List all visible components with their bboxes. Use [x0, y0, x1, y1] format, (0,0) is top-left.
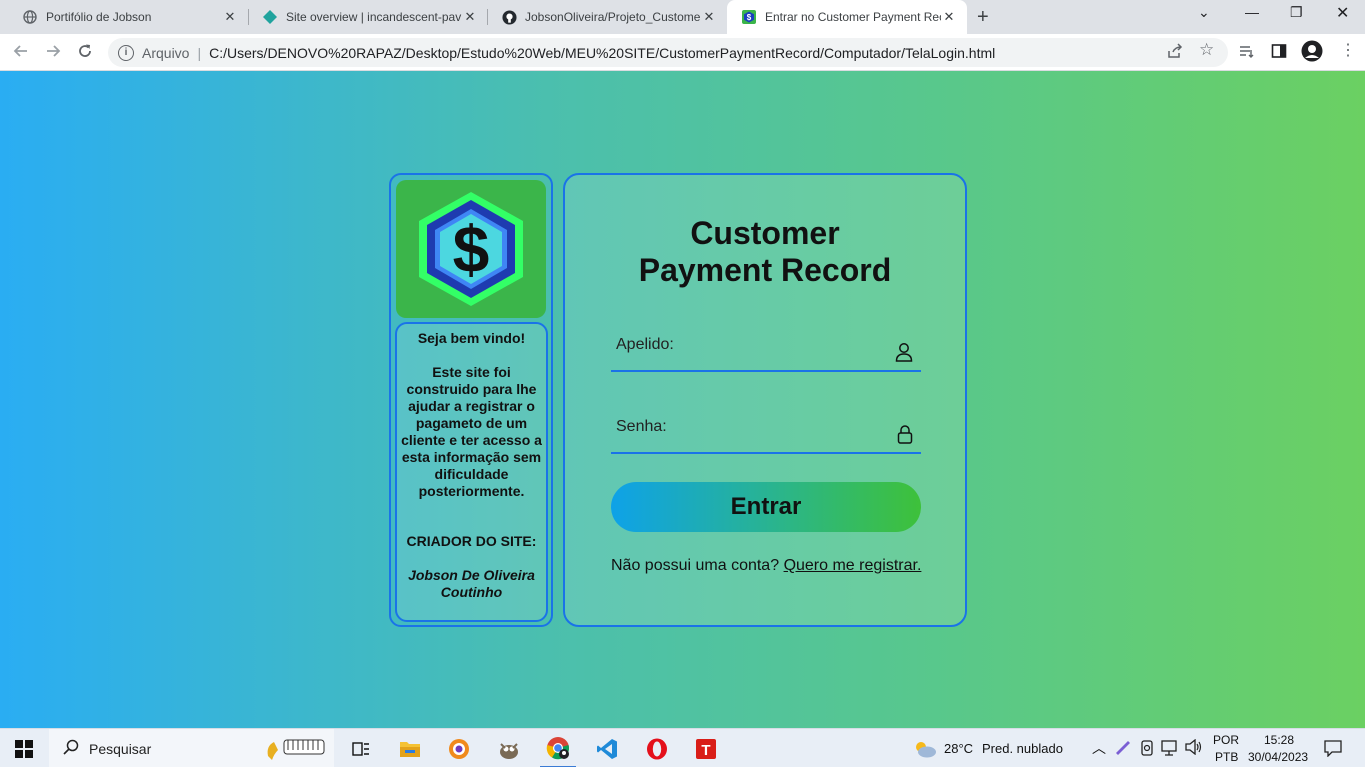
svg-text:T: T: [701, 742, 710, 759]
tutanota-icon[interactable]: T: [689, 729, 723, 767]
register-prompt: Não possui uma conta? Quero me registrar…: [611, 557, 931, 575]
chrome-icon[interactable]: [540, 729, 576, 767]
bookmark-star-icon[interactable]: ☆: [1199, 40, 1214, 60]
chevron-up-icon[interactable]: ︿: [1092, 738, 1106, 758]
dollar-hexagon-icon: $: [419, 192, 523, 306]
more-menu-icon[interactable]: ⋮: [1340, 40, 1356, 60]
tab-title: Site overview | incandescent-pav: [286, 10, 462, 24]
share-icon[interactable]: [1167, 43, 1183, 62]
taskbar-search[interactable]: Pesquisar: [49, 729, 334, 767]
windows-taskbar: Pesquisar T 28°C Pred. nublado ︿ POR PTB…: [0, 728, 1365, 767]
creator-name: Jobson De Oliveira Coutinho: [408, 567, 535, 600]
github-icon: [501, 9, 517, 25]
search-placeholder: Pesquisar: [89, 740, 152, 757]
address-bar[interactable]: i Arquivo | C:/Users/DENOVO%20RAPAZ/Desk…: [108, 38, 1228, 67]
dollar-favicon: $: [741, 9, 757, 25]
minimize-button[interactable]: —: [1245, 4, 1259, 20]
weather-cloud-icon[interactable]: [910, 729, 940, 767]
login-button[interactable]: Entrar: [611, 482, 921, 532]
meet-icon[interactable]: [1140, 740, 1154, 759]
tab-title: Entrar no Customer Payment Rec: [765, 10, 941, 24]
page-title: Customer Payment Record: [565, 215, 965, 289]
register-prompt-text: Não possui uma conta?: [611, 557, 780, 574]
vscode-icon[interactable]: [590, 729, 624, 767]
back-arrow-icon[interactable]: [12, 42, 30, 65]
browser-toolbar: i Arquivo | C:/Users/DENOVO%20RAPAZ/Desk…: [0, 34, 1365, 71]
password-field[interactable]: Senha:: [611, 412, 921, 454]
tab-github[interactable]: JobsonOliveira/Projeto_Custome ✕: [487, 0, 727, 34]
left-panel: $ Seja bem vindo! Este site foi construi…: [389, 173, 553, 627]
reload-icon[interactable]: [76, 42, 94, 65]
network-icon[interactable]: [1160, 740, 1178, 759]
register-link[interactable]: Quero me registrar.: [784, 557, 922, 574]
notification-icon[interactable]: [1324, 739, 1342, 760]
site-logo: $: [396, 180, 546, 318]
tab-title: JobsonOliveira/Projeto_Custome: [525, 10, 701, 24]
title-line-2: Payment Record: [638, 252, 892, 288]
search-highlight-icon: [260, 732, 330, 765]
title-line-1: Customer: [690, 215, 840, 251]
close-tab-icon[interactable]: ✕: [941, 9, 957, 25]
close-tab-icon[interactable]: ✕: [462, 9, 478, 25]
volume-icon[interactable]: [1185, 738, 1203, 758]
tab-title: Portifólio de Jobson: [46, 10, 152, 24]
close-tab-icon[interactable]: ✕: [701, 9, 717, 25]
close-tab-icon[interactable]: ✕: [222, 9, 238, 25]
info-icon[interactable]: i: [118, 44, 134, 61]
language-bottom[interactable]: PTB: [1215, 750, 1238, 764]
lock-icon: [897, 424, 913, 449]
clock-time[interactable]: 15:28: [1264, 733, 1294, 747]
weather-temp: 28°C: [944, 741, 974, 756]
tab-netlify[interactable]: Site overview | incandescent-pav ✕: [248, 0, 488, 34]
clock-date[interactable]: 30/04/2023: [1248, 750, 1308, 764]
side-panel-icon[interactable]: [1271, 43, 1287, 62]
address-scheme: Arquivo: [142, 44, 190, 61]
language-top[interactable]: POR: [1213, 733, 1239, 747]
welcome-heading: Seja bem vindo!: [417, 330, 526, 346]
netlify-icon: [262, 9, 278, 25]
opera-icon[interactable]: [640, 729, 674, 767]
address-url[interactable]: C:/Users/DENOVO%20RAPAZ/Desktop/Estudo%2…: [209, 45, 995, 61]
address-divider: |: [197, 44, 202, 61]
forward-arrow-icon[interactable]: [44, 42, 62, 65]
globe-icon: [22, 9, 38, 25]
password-label: Senha:: [616, 418, 667, 435]
windows-logo-icon: [15, 739, 33, 758]
user-icon: [895, 342, 913, 367]
page-viewport: $ Seja bem vindo! Este site foi construi…: [0, 71, 1365, 728]
username-label: Apelido:: [616, 336, 674, 353]
login-panel: Customer Payment Record Apelido: Senha: …: [563, 173, 967, 627]
task-view-icon[interactable]: [345, 729, 377, 767]
tab-portfolio[interactable]: Portifólio de Jobson ✕: [8, 0, 248, 34]
site-description: Este site foi construido para lhe ajudar…: [401, 364, 542, 499]
svg-text:$: $: [453, 212, 490, 286]
start-button[interactable]: [0, 729, 48, 767]
avast-icon[interactable]: [443, 729, 475, 767]
svg-text:$: $: [747, 13, 752, 22]
weather-text[interactable]: Pred. nublado: [982, 741, 1063, 756]
tab-search-chevron-icon[interactable]: ⌄: [1198, 4, 1210, 21]
search-icon: [63, 739, 79, 758]
file-explorer-icon[interactable]: [394, 729, 426, 767]
pen-icon[interactable]: [1114, 739, 1132, 758]
welcome-info-box: Seja bem vindo! Este site foi construido…: [395, 322, 548, 622]
profile-avatar[interactable]: [1301, 40, 1323, 65]
creator-label: CRIADOR DO SITE:: [406, 533, 537, 549]
gimp-icon[interactable]: [492, 729, 526, 767]
reading-list-icon[interactable]: [1239, 43, 1255, 62]
browser-tab-strip: Portifólio de Jobson ✕ Site overview | i…: [0, 0, 1365, 34]
tab-active-login[interactable]: $ Entrar no Customer Payment Rec ✕: [727, 0, 967, 34]
close-window-button[interactable]: ✕: [1336, 3, 1349, 23]
restore-button[interactable]: ❐: [1290, 4, 1303, 21]
new-tab-button[interactable]: +: [977, 6, 989, 29]
username-field[interactable]: Apelido:: [611, 330, 921, 372]
